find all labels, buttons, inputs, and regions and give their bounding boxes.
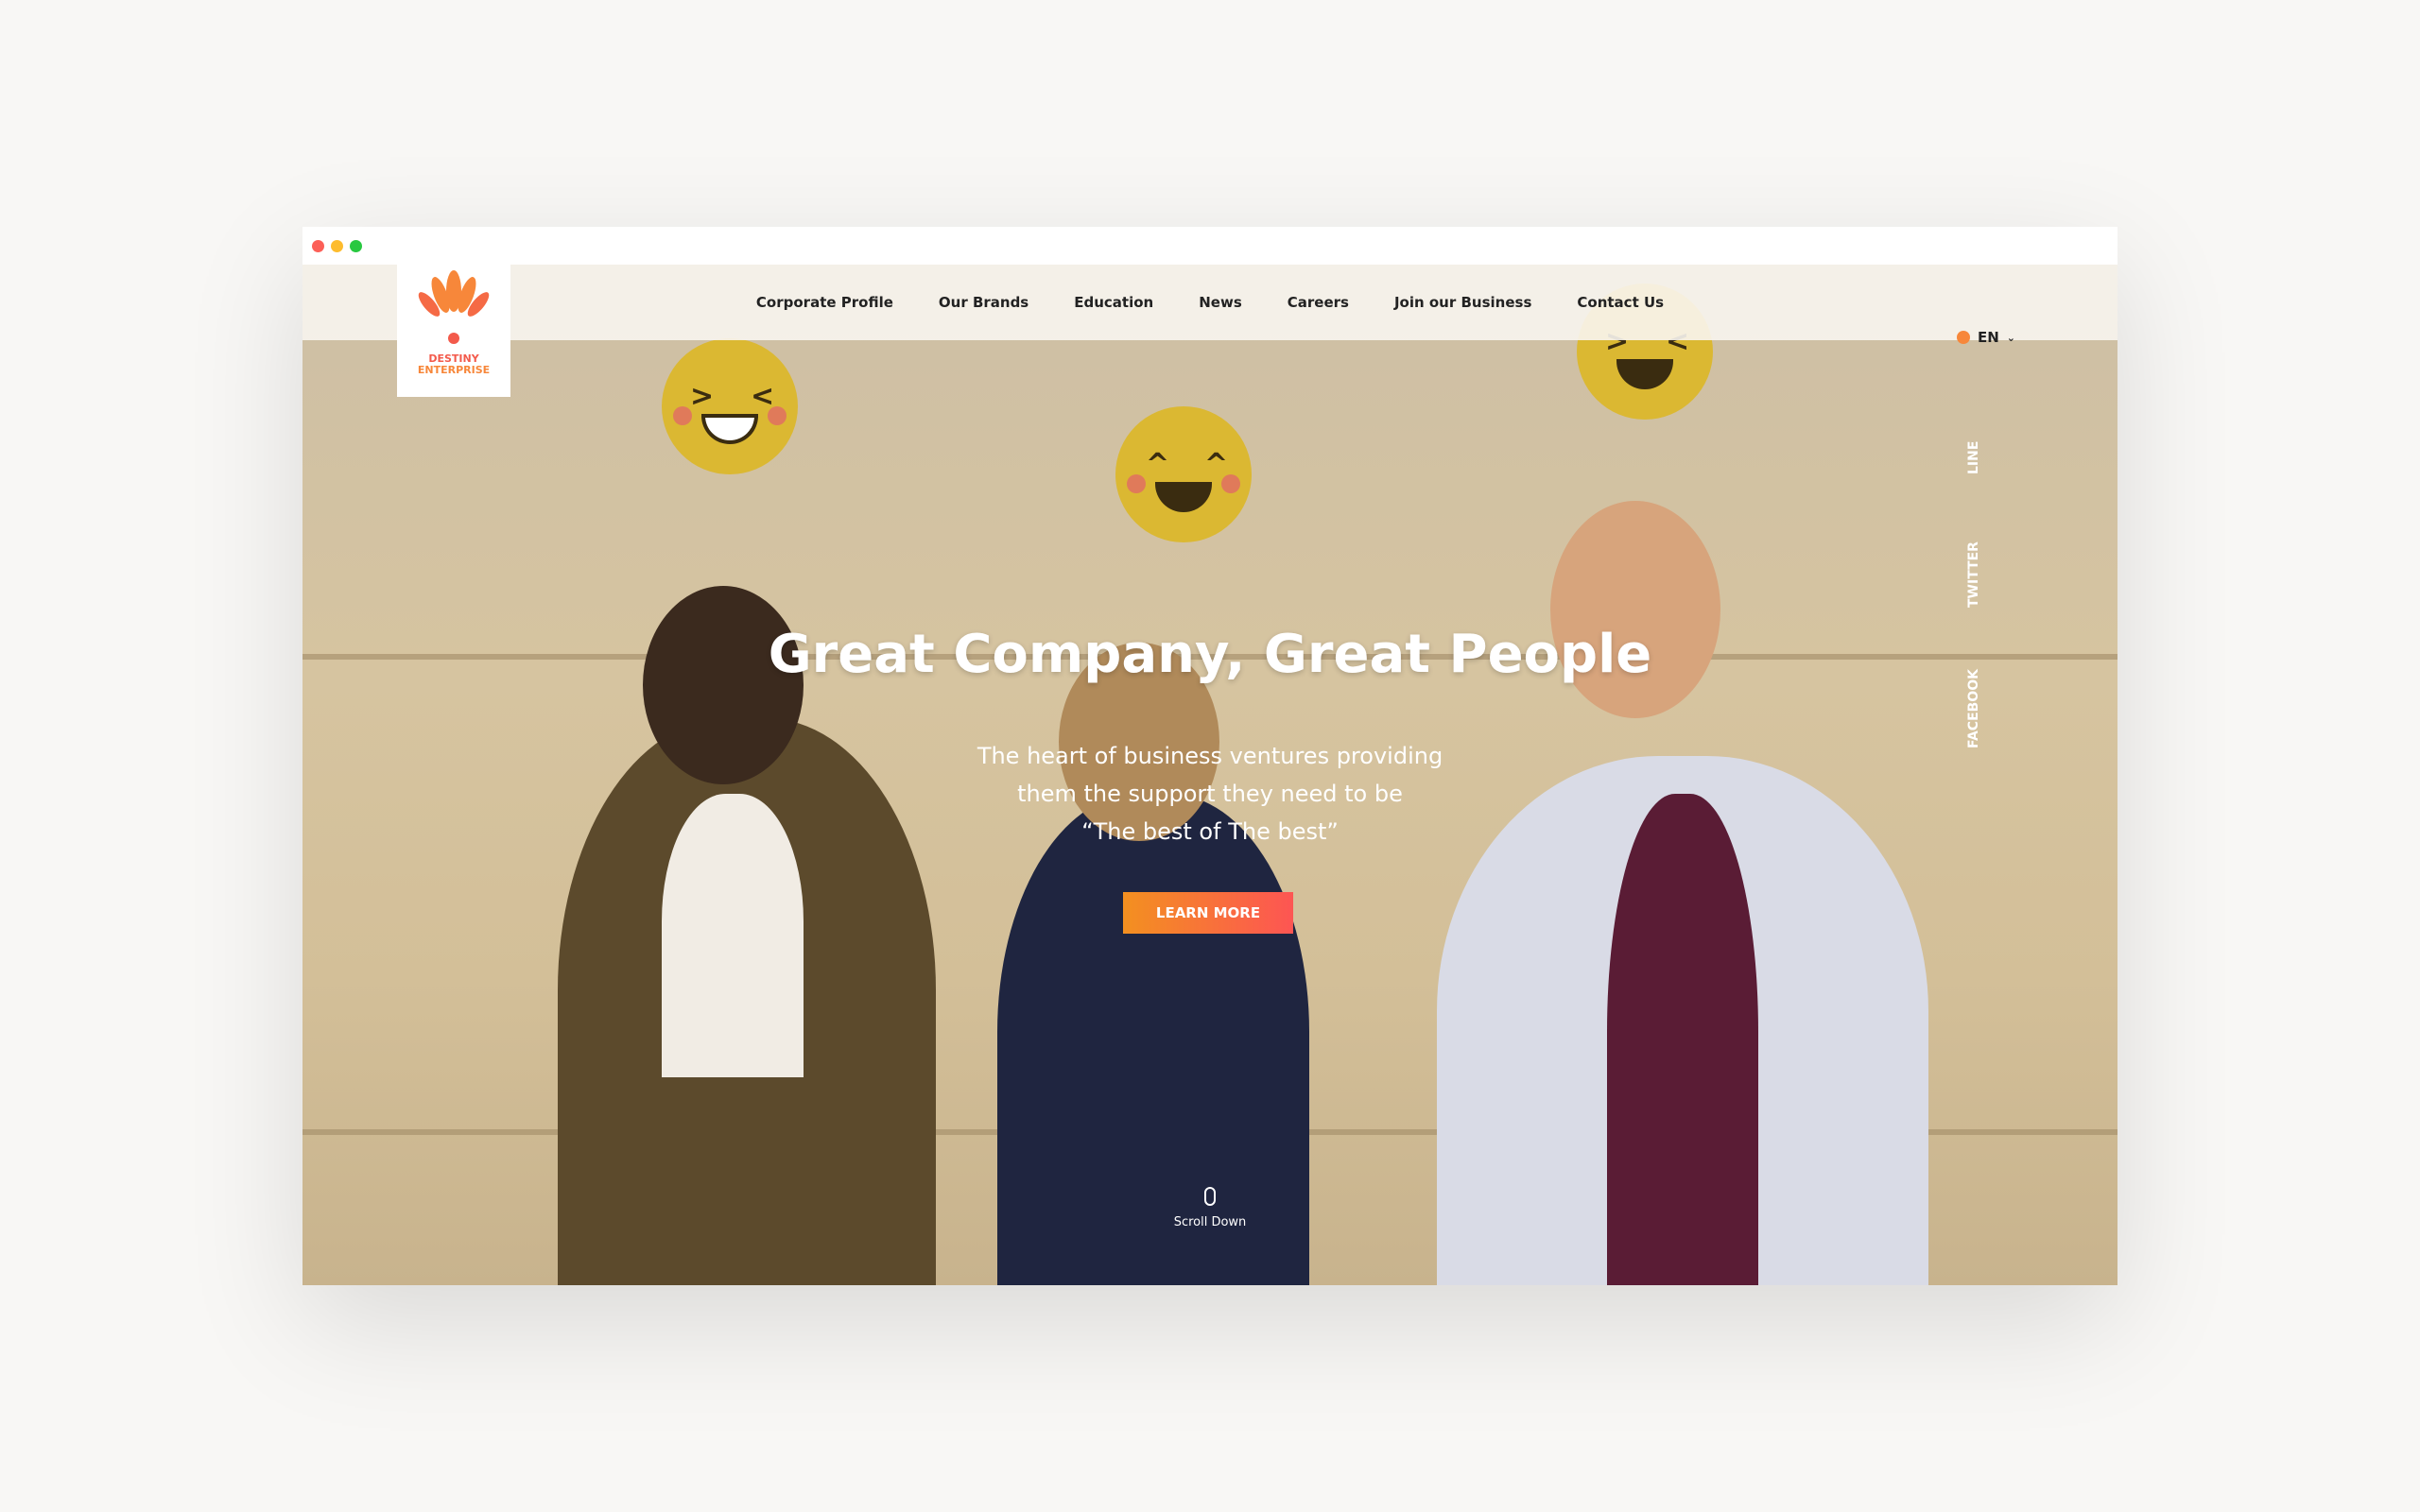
logo[interactable]: DESTINY ENTERPRISE (397, 265, 510, 397)
nav-corporate-profile[interactable]: Corporate Profile (756, 294, 893, 311)
scroll-down[interactable]: Scroll Down (302, 1187, 2118, 1229)
maximize-window-button[interactable] (350, 240, 362, 252)
social-link-line[interactable]: LINE (1966, 441, 1981, 474)
top-navigation: Corporate Profile Our Brands Education N… (302, 265, 2118, 346)
shell-logo-icon (418, 270, 490, 344)
smiling-emoji-icon: ^ ^ (1115, 406, 1252, 542)
language-label: EN (1977, 329, 1999, 346)
hero-subtitle: The heart of business ventures providing… (302, 737, 2118, 850)
social-link-twitter[interactable]: TWITTER (1966, 541, 1981, 608)
nav-careers[interactable]: Careers (1288, 294, 1349, 311)
minimize-window-button[interactable] (331, 240, 343, 252)
subtitle-line: “The best of The best” (1081, 818, 1339, 845)
nav-contact-us[interactable]: Contact Us (1577, 294, 1664, 311)
nav-join-our-business[interactable]: Join our Business (1394, 294, 1531, 311)
browser-window: > < ^ ^ > < Great Company, Great People The… (302, 227, 2118, 1285)
close-window-button[interactable] (312, 240, 324, 252)
social-link-facebook[interactable]: FACEBOOK (1966, 669, 1981, 748)
hero-headline: Great Company, Great People (768, 624, 1652, 685)
mouse-icon (1204, 1187, 1216, 1206)
person-right-head (1550, 501, 1720, 718)
nav-education[interactable]: Education (1074, 294, 1153, 311)
subtitle-line: The heart of business ventures providing (977, 743, 1443, 769)
nav-news[interactable]: News (1199, 294, 1242, 311)
globe-icon (1956, 331, 1970, 344)
learn-more-button[interactable]: LEARN MORE (1123, 892, 1293, 934)
title-bar (302, 227, 2118, 265)
hero-section: > < ^ ^ > < Great Company, Great People The… (302, 265, 2118, 1285)
chevron-down-icon: ⌄ (2006, 331, 2015, 344)
scroll-down-label: Scroll Down (1173, 1215, 1247, 1229)
logo-text: ENTERPRISE (417, 364, 491, 376)
language-selector[interactable]: EN ⌄ (1956, 329, 2015, 346)
nav-our-brands[interactable]: Our Brands (939, 294, 1028, 311)
laughing-emoji-icon: > < (662, 338, 798, 474)
subtitle-line: them the support they need to be (1017, 781, 1403, 807)
